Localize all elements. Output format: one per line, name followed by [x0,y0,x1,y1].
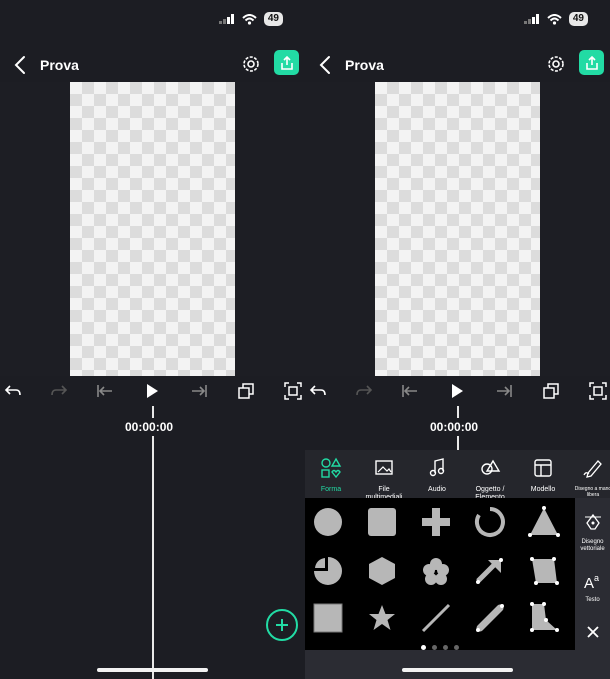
playback-toolbar [305,376,610,406]
svg-text:a: a [594,573,599,583]
left-screen: 49 Prova 00:00:00 [0,0,305,679]
gear-icon[interactable] [545,53,567,75]
svg-text:A: A [584,575,594,592]
layers-icon[interactable] [541,381,561,401]
share-icon [280,55,293,70]
play-icon[interactable] [447,381,467,401]
signal-icon [523,14,539,24]
timecode: 00:00:00 [122,418,177,436]
tab-file-multimediali[interactable]: File multimediali [361,457,407,502]
tab-forma[interactable]: Forma [311,457,351,494]
tab-label: Audio [428,486,446,493]
tab-disegno-mano-libera[interactable]: Disegno a mano libera [573,457,610,498]
shape-square-outline[interactable] [308,598,348,638]
jump-start-icon[interactable] [95,381,115,401]
layers-icon[interactable] [236,381,256,401]
jump-end-icon[interactable] [189,381,209,401]
vector-pen-icon [584,513,601,530]
shape-grid [305,498,575,650]
music-note-icon [429,458,445,477]
play-icon[interactable] [142,381,162,401]
plus-icon [276,619,288,631]
text-icon: Aa [584,573,599,592]
back-icon[interactable] [10,54,32,76]
page-dot[interactable] [443,645,448,650]
shape-trapezoid[interactable] [524,551,564,591]
shape-polygon[interactable] [524,598,564,638]
close-button[interactable] [575,624,610,645]
shape-arrow[interactable] [470,551,510,591]
project-title[interactable]: Prova [345,57,384,73]
tool-label: Disegno vettoriale [580,539,605,552]
shape-plus[interactable] [416,502,456,542]
export-button[interactable] [579,50,604,75]
tab-label: Disegno a mano libera [574,486,610,498]
fullscreen-icon[interactable] [283,381,303,401]
page-dot-active[interactable] [421,645,426,650]
right-screen: 49 Prova 00:00:00 Forma File m [305,0,610,679]
redo-icon[interactable] [354,381,374,401]
tab-label: Forma [320,486,342,493]
home-indicator [97,668,208,672]
shape-flower[interactable] [416,551,456,591]
status-bar: 49 [218,12,283,26]
tab-oggetto-elemento[interactable]: Oggetto / Elemento [465,457,515,502]
playhead[interactable] [152,406,154,679]
wifi-icon [547,13,562,25]
gear-icon[interactable] [240,53,262,75]
freehand-icon [583,460,602,478]
timecode: 00:00:00 [427,418,482,436]
shape-arc[interactable] [470,502,510,542]
tool-disegno-vettoriale[interactable]: Disegno vettoriale [575,512,610,553]
redo-icon[interactable] [49,381,69,401]
battery-indicator: 49 [263,12,283,26]
header: Prova [0,50,305,80]
battery-indicator: 49 [568,12,588,26]
signal-icon [218,14,234,24]
jump-start-icon[interactable] [400,381,420,401]
page-indicator [305,645,575,655]
shape-line[interactable] [416,598,456,638]
category-tabs: Forma File multimediali Audio Oggetto / … [305,450,610,501]
timeline[interactable]: 00:00:00 [0,406,305,679]
project-title[interactable]: Prova [40,57,79,73]
shape-triangle[interactable] [524,502,564,542]
status-bar: 49 [523,12,588,26]
playback-toolbar [0,376,305,406]
undo-icon[interactable] [3,381,23,401]
share-icon [585,55,598,70]
video-canvas[interactable] [375,82,540,376]
shape-square[interactable] [362,502,402,542]
media-icon [375,460,393,475]
page-dot[interactable] [432,645,437,650]
tool-label: Testo [585,597,600,603]
object-icon [481,459,501,475]
tool-testo[interactable]: Aa Testo [575,570,610,604]
export-button[interactable] [274,50,299,75]
add-button[interactable] [266,609,298,641]
page-dot[interactable] [454,645,459,650]
template-icon [534,459,552,477]
shapes-icon [321,457,342,479]
shape-rounded-line[interactable] [470,598,510,638]
shape-circle[interactable] [308,502,348,542]
close-icon [586,626,599,638]
jump-end-icon[interactable] [494,381,514,401]
side-tools: Disegno vettoriale Aa Testo [575,498,610,679]
tab-label: Modello [530,486,556,493]
fullscreen-icon[interactable] [588,381,608,401]
tab-audio[interactable]: Audio [417,457,457,494]
undo-icon[interactable] [308,381,328,401]
wifi-icon [242,13,257,25]
shape-hexagon[interactable] [362,551,402,591]
back-icon[interactable] [315,54,337,76]
shape-star[interactable] [362,598,402,638]
shape-pie[interactable] [308,551,348,591]
video-canvas[interactable] [70,82,235,376]
add-element-sheet: Forma File multimediali Audio Oggetto / … [305,450,610,679]
tab-modello[interactable]: Modello [523,457,563,494]
header: Prova [305,50,610,80]
home-indicator [402,668,513,672]
